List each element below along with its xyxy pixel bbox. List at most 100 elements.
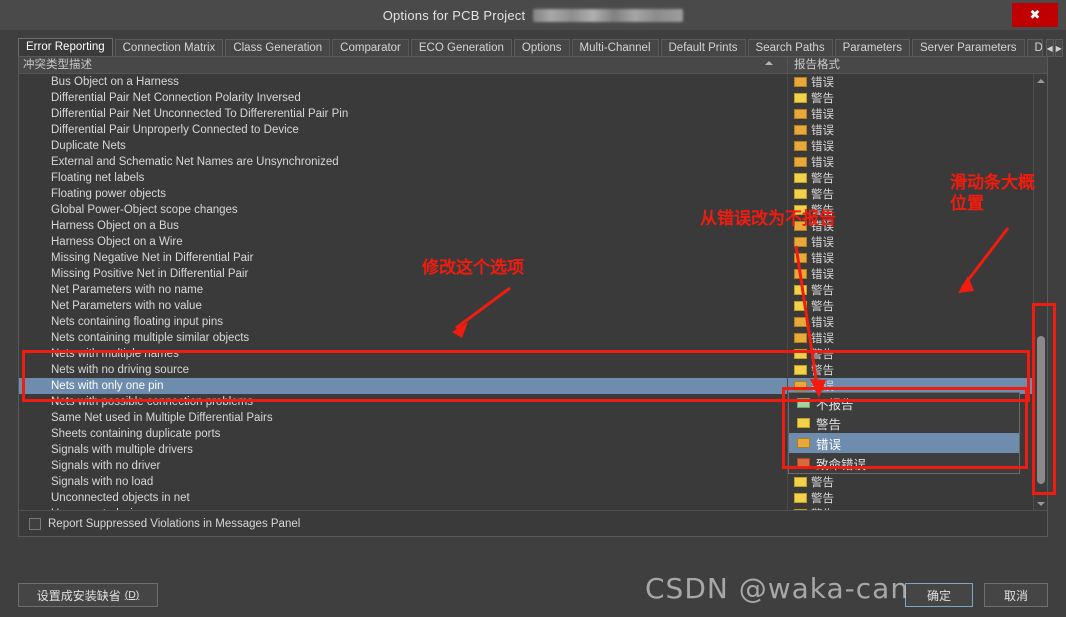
folder-icon: [794, 93, 807, 103]
report-mode-label: 错误: [811, 234, 834, 250]
table-row[interactable]: Nets containing floating input pins错误: [19, 314, 1047, 330]
report-mode-cell[interactable]: 警告: [787, 346, 1047, 362]
report-mode-cell[interactable]: 错误: [787, 106, 1047, 122]
violation-name: Duplicate Nets: [19, 140, 787, 152]
table-row[interactable]: Differential Pair Unproperly Connected t…: [19, 122, 1047, 138]
tab-options[interactable]: Options: [514, 39, 570, 57]
report-mode-label: 警告: [811, 346, 834, 362]
report-mode-cell[interactable]: 错误: [787, 266, 1047, 282]
report-mode-cell[interactable]: 警告: [787, 474, 1047, 490]
cancel-button[interactable]: 取消: [984, 583, 1048, 607]
list-vertical-scrollbar[interactable]: [1033, 74, 1047, 510]
table-row[interactable]: Unconnected objects in net警告: [19, 490, 1047, 506]
report-mode-cell[interactable]: 警告: [787, 362, 1047, 378]
report-mode-cell[interactable]: 错误: [787, 234, 1047, 250]
table-row[interactable]: Missing Negative Net in Differential Pai…: [19, 250, 1047, 266]
violation-name: Differential Pair Net Unconnected To Dif…: [19, 108, 787, 120]
report-mode-cell[interactable]: 错误: [787, 154, 1047, 170]
report-mode-label: 错误: [811, 250, 834, 266]
tab-eco-generation[interactable]: ECO Generation: [411, 39, 512, 57]
table-row[interactable]: Signals with no load警告: [19, 474, 1047, 490]
tab-parameters[interactable]: Parameters: [835, 39, 910, 57]
table-row[interactable]: Floating power objects警告: [19, 186, 1047, 202]
folder-icon: [794, 269, 807, 279]
folder-icon: [794, 77, 807, 87]
table-row[interactable]: Net Parameters with no value警告: [19, 298, 1047, 314]
dropdown-option[interactable]: 致命错误: [789, 453, 1019, 473]
report-mode-cell[interactable]: 警告: [787, 490, 1047, 506]
table-row[interactable]: Nets with no driving source警告: [19, 362, 1047, 378]
set-installation-default-button[interactable]: 设置成安装缺省 (D): [18, 583, 158, 607]
tab-scroll-left-icon[interactable]: ◀: [1046, 39, 1054, 57]
dropdown-option[interactable]: 不报告: [789, 393, 1019, 413]
table-row[interactable]: Global Power-Object scope changes警告: [19, 202, 1047, 218]
report-mode-label: 错误: [811, 330, 834, 346]
table-row[interactable]: Differential Pair Net Connection Polarit…: [19, 90, 1047, 106]
scroll-down-icon[interactable]: [1034, 497, 1048, 510]
close-icon[interactable]: ✖: [1012, 3, 1058, 27]
tab-scroll-right-icon[interactable]: ▶: [1055, 39, 1063, 57]
table-row[interactable]: Differential Pair Net Unconnected To Dif…: [19, 106, 1047, 122]
tab-connection-matrix[interactable]: Connection Matrix: [115, 39, 224, 57]
report-mode-cell[interactable]: 警告: [787, 186, 1047, 202]
dropdown-option[interactable]: 错误: [789, 433, 1019, 453]
report-mode-label: 警告: [811, 474, 834, 490]
ok-button[interactable]: 确定: [905, 583, 973, 607]
tab-strip: Error Reporting Connection Matrix Class …: [18, 38, 1048, 57]
violation-name: Missing Positive Net in Differential Pai…: [19, 268, 787, 280]
report-mode-cell[interactable]: 错误: [787, 330, 1047, 346]
folder-icon: [794, 349, 807, 359]
report-mode-dropdown[interactable]: 不报告警告错误致命错误: [788, 392, 1020, 474]
report-mode-label: 警告: [811, 186, 834, 202]
report-mode-label: 错误: [811, 218, 834, 234]
tab-multi-channel[interactable]: Multi-Channel: [572, 39, 659, 57]
table-row[interactable]: Missing Positive Net in Differential Pai…: [19, 266, 1047, 282]
table-row[interactable]: Duplicate Nets 错误: [19, 138, 1047, 154]
title-bar: Options for PCB Project ✖: [0, 0, 1066, 30]
table-row[interactable]: Net Parameters with no name警告: [19, 282, 1047, 298]
report-mode-cell[interactable]: 错误: [787, 122, 1047, 138]
table-row[interactable]: Harness Object on a Bus错误: [19, 218, 1047, 234]
folder-icon: [797, 438, 810, 448]
table-row[interactable]: Floating net labels警告: [19, 170, 1047, 186]
tab-default-prints[interactable]: Default Prints: [661, 39, 746, 57]
scroll-up-icon[interactable]: [1034, 74, 1048, 87]
column-header-violation-type[interactable]: 冲突类型描述: [19, 57, 787, 73]
report-mode-cell[interactable]: 警告: [787, 170, 1047, 186]
column-header-report-mode[interactable]: 报告格式: [787, 57, 1047, 73]
violation-name: Same Net used in Multiple Differential P…: [19, 412, 787, 424]
table-row[interactable]: Nets with multiple names警告: [19, 346, 1047, 362]
panel-footer: Report Suppressed Violations in Messages…: [19, 510, 1047, 536]
report-mode-label: 警告: [811, 202, 834, 218]
sort-ascending-icon: [765, 61, 773, 65]
report-mode-cell[interactable]: 警告: [787, 90, 1047, 106]
scrollbar-thumb[interactable]: [1037, 336, 1045, 484]
report-mode-label: 错误: [811, 138, 834, 154]
report-suppressed-label: Report Suppressed Violations in Messages…: [48, 518, 300, 530]
violation-name: Sheets containing duplicate ports: [19, 428, 787, 440]
report-mode-cell[interactable]: 错误: [787, 314, 1047, 330]
tab-search-paths[interactable]: Search Paths: [748, 39, 833, 57]
report-mode-cell[interactable]: 警告: [787, 298, 1047, 314]
dropdown-option[interactable]: 警告: [789, 413, 1019, 433]
table-row[interactable]: Bus Object on a Harness错误: [19, 74, 1047, 90]
table-row[interactable]: External and Schematic Net Names are Uns…: [19, 154, 1047, 170]
violation-name: Harness Object on a Wire: [19, 236, 787, 248]
folder-icon: [794, 381, 807, 391]
table-row[interactable]: Nets containing multiple similar objects…: [19, 330, 1047, 346]
report-mode-cell[interactable]: 错误: [787, 138, 1047, 154]
report-mode-cell[interactable]: 警告: [787, 202, 1047, 218]
tab-server-parameters[interactable]: Server Parameters: [912, 39, 1025, 57]
table-row[interactable]: Harness Object on a Wire 错误: [19, 234, 1047, 250]
tab-device-sheet[interactable]: Device Sheet: [1027, 39, 1043, 57]
tab-error-reporting[interactable]: Error Reporting: [18, 38, 113, 57]
report-mode-cell[interactable]: 错误: [787, 218, 1047, 234]
violation-name: External and Schematic Net Names are Uns…: [19, 156, 787, 168]
report-mode-cell[interactable]: 警告: [787, 282, 1047, 298]
report-suppressed-checkbox[interactable]: [29, 518, 41, 530]
tab-comparator[interactable]: Comparator: [332, 39, 409, 57]
report-mode-cell[interactable]: 错误: [787, 250, 1047, 266]
tab-class-generation[interactable]: Class Generation: [225, 39, 330, 57]
report-mode-cell[interactable]: 错误: [787, 74, 1047, 90]
report-mode-label: 错误: [811, 314, 834, 330]
